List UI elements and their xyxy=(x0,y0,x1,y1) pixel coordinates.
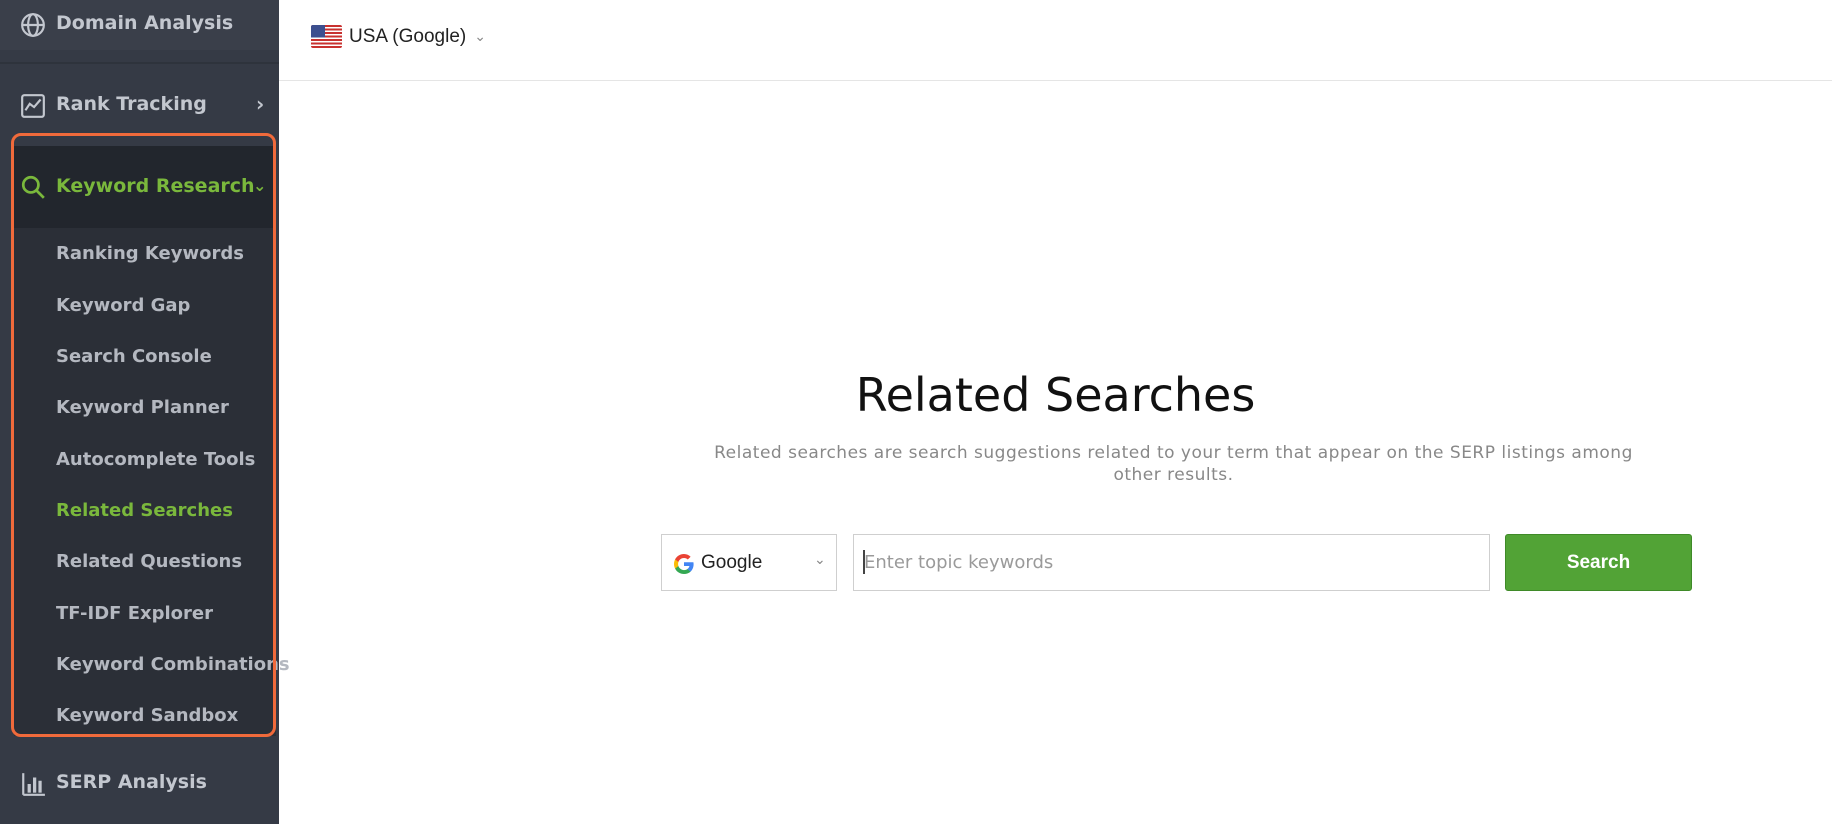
chart-line-icon xyxy=(21,94,45,118)
page-description: Related searches are search suggestions … xyxy=(714,443,1633,485)
chevron-down-icon: ⌄ xyxy=(253,176,267,195)
sidebar-item-related-searches[interactable]: Related Searches xyxy=(56,500,233,521)
top-bar: USA (Google) ⌄ xyxy=(279,0,1832,81)
sidebar-item-keyword-gap[interactable]: Keyword Gap xyxy=(56,295,190,316)
nav-keyword-research-label: Keyword Research xyxy=(56,175,255,197)
chevron-down-icon: ⌄ xyxy=(814,552,826,568)
search-engine-label: Google xyxy=(701,551,763,573)
region-label: USA (Google) xyxy=(349,25,467,47)
nav-domain-analysis-label: Domain Analysis xyxy=(56,12,234,34)
nav-rank-tracking[interactable]: Rank Tracking › xyxy=(0,78,279,134)
us-flag-icon xyxy=(311,25,342,48)
search-engine-select[interactable]: Google ⌄ xyxy=(661,534,837,591)
sidebar-divider xyxy=(0,62,279,64)
sidebar-item-ranking-keywords[interactable]: Ranking Keywords xyxy=(56,243,244,264)
google-logo-icon xyxy=(674,554,694,574)
sidebar-item-keyword-planner[interactable]: Keyword Planner xyxy=(56,397,229,418)
sidebar-item-keyword-combinations[interactable]: Keyword Combinations xyxy=(56,654,290,675)
text-cursor xyxy=(863,550,865,574)
nav-rank-tracking-label: Rank Tracking xyxy=(56,93,207,115)
nav-keyword-research[interactable]: Keyword Research ⌄ xyxy=(0,146,279,228)
sidebar-item-search-console[interactable]: Search Console xyxy=(56,346,212,367)
search-icon xyxy=(21,175,45,199)
chevron-right-icon: › xyxy=(256,92,265,116)
sidebar-item-related-questions[interactable]: Related Questions xyxy=(56,551,242,572)
nav-domain-analysis[interactable]: Domain Analysis xyxy=(0,0,279,50)
chevron-down-icon: ⌄ xyxy=(474,28,486,44)
sidebar-item-tf-idf-explorer[interactable]: TF-IDF Explorer xyxy=(56,603,213,624)
region-selector[interactable]: USA (Google) ⌄ xyxy=(311,25,486,48)
nav-serp-analysis-label: SERP Analysis xyxy=(56,771,207,793)
search-button[interactable]: Search xyxy=(1505,534,1692,591)
sidebar-item-keyword-sandbox[interactable]: Keyword Sandbox xyxy=(56,705,238,726)
sidebar-item-autocomplete-tools[interactable]: Autocomplete Tools xyxy=(56,449,255,470)
keyword-input[interactable] xyxy=(853,534,1490,591)
nav-serp-analysis[interactable]: SERP Analysis xyxy=(0,756,279,812)
bar-chart-icon xyxy=(22,773,45,796)
keyword-research-panel xyxy=(14,146,276,736)
sidebar: Domain Analysis Rank Tracking › Keyword … xyxy=(0,0,290,824)
page-title: Related Searches xyxy=(855,368,1256,422)
globe-icon xyxy=(21,13,45,37)
